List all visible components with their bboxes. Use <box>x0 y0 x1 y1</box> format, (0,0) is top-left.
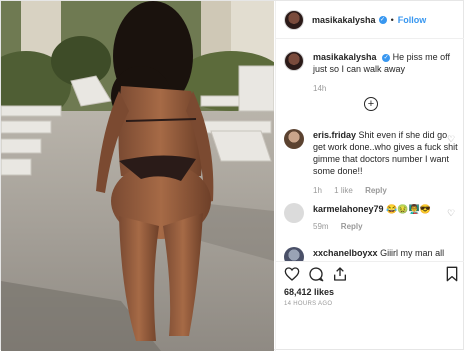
likes-count[interactable]: 68,412 likes <box>284 287 334 297</box>
comment-age[interactable]: 1h <box>313 186 322 195</box>
post-image <box>1 1 274 351</box>
comment-age[interactable]: 59m <box>313 222 329 231</box>
reply-button[interactable]: Reply <box>341 222 363 231</box>
post-header: masikakalysha ✓ • Follow <box>276 1 464 39</box>
comment-item: xxchanelboyxx Giiirl my man all day <box>284 247 462 261</box>
follow-button[interactable]: Follow <box>398 15 427 25</box>
load-more-comments-icon[interactable]: + <box>364 97 378 111</box>
comment-username[interactable]: eris.friday <box>313 130 356 140</box>
verified-badge-icon: ✓ <box>382 53 391 62</box>
instagram-post: masikakalysha ✓ • Follow masikakalysha ✓… <box>0 0 464 351</box>
comment-item: eris.friday Shit even if she did go get … <box>284 129 462 197</box>
comment-body: eris.friday Shit even if she did go get … <box>313 129 461 197</box>
caption-avatar[interactable] <box>284 51 304 71</box>
comment-like-heart-icon[interactable]: ♡ <box>447 135 456 144</box>
caption-meta: 14h <box>313 83 461 95</box>
comment-body: xxchanelboyxx Giiirl my man all day <box>313 247 461 261</box>
comment-text: 😂🤢👨‍🏫😎 <box>386 204 431 214</box>
comment-meta: 1h 1 like Reply <box>313 185 461 197</box>
caption-username[interactable]: masikakalysha <box>313 52 377 62</box>
comment-icon[interactable] <box>308 266 324 282</box>
author-username[interactable]: masikakalysha <box>312 15 376 25</box>
caption-age[interactable]: 14h <box>313 84 326 93</box>
caption-body: masikakalysha ✓ He piss me off just so I… <box>313 51 461 95</box>
caption: masikakalysha ✓ He piss me off just so I… <box>284 51 462 95</box>
author-avatar[interactable] <box>284 9 304 30</box>
comment-body: karmelahoney79 😂🤢👨‍🏫😎 59m Reply <box>313 203 461 233</box>
verified-badge-icon: ✓ <box>378 15 387 24</box>
comments-list[interactable]: masikakalysha ✓ He piss me off just so I… <box>276 39 464 261</box>
header-separator: • <box>390 14 394 25</box>
comment-like-heart-icon[interactable]: ♡ <box>447 209 456 218</box>
comment-likes[interactable]: 1 like <box>334 186 353 195</box>
post-photo[interactable] <box>1 1 274 351</box>
post-sidebar: masikakalysha ✓ • Follow masikakalysha ✓… <box>275 1 464 351</box>
commenter-avatar[interactable] <box>284 129 304 149</box>
bookmark-icon[interactable] <box>444 266 460 282</box>
comment-username[interactable]: karmelahoney79 <box>313 204 384 214</box>
heart-icon[interactable] <box>284 266 300 282</box>
commenter-avatar[interactable] <box>284 247 304 261</box>
comment-item: karmelahoney79 😂🤢👨‍🏫😎 59m Reply ♡ <box>284 203 462 233</box>
post-timestamp[interactable]: 14 HOURS AGO <box>284 301 332 307</box>
comment-username[interactable]: xxchanelboyxx <box>313 248 378 258</box>
commenter-avatar[interactable] <box>284 203 304 223</box>
share-icon[interactable] <box>332 266 348 282</box>
reply-button[interactable]: Reply <box>365 186 387 195</box>
post-actions: 68,412 likes 14 HOURS AGO <box>276 261 464 351</box>
comment-meta: 59m Reply <box>313 221 461 233</box>
